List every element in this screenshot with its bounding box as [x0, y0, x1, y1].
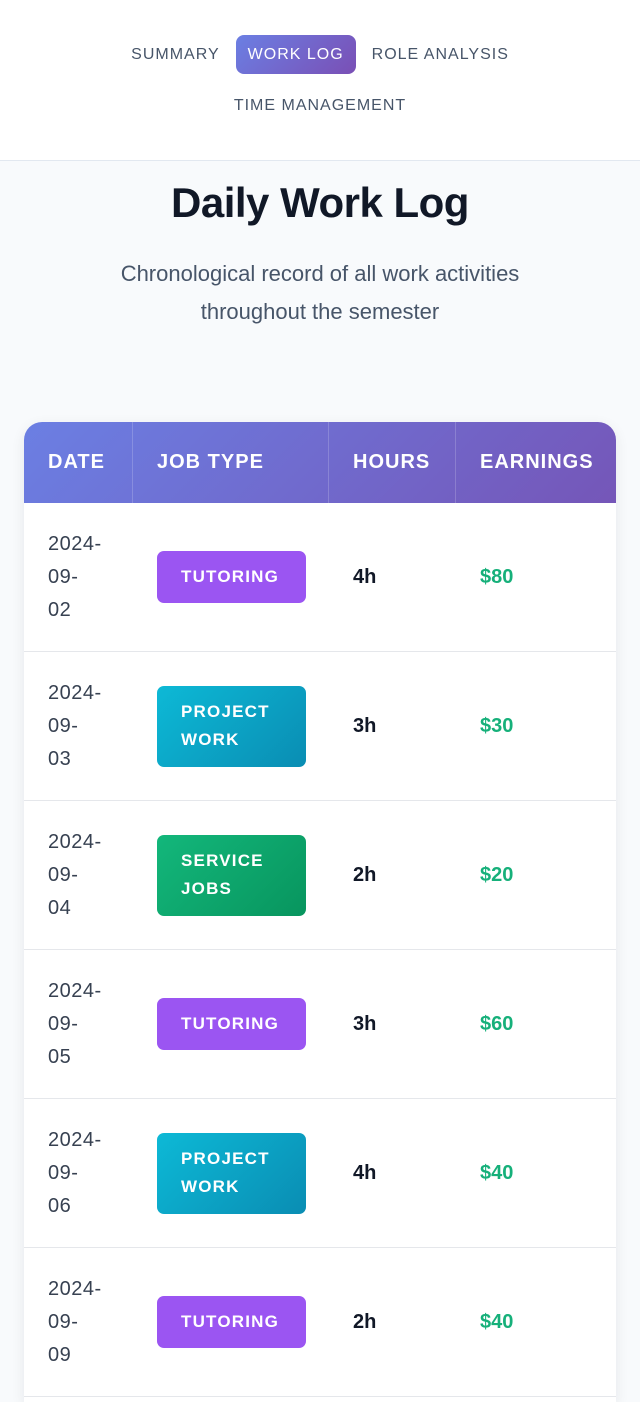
- nav-link-summary[interactable]: SUMMARY: [119, 35, 232, 74]
- column-header-earnings[interactable]: EARNINGS: [456, 422, 616, 503]
- row-earnings: $40: [480, 1161, 514, 1184]
- job-type-badge: TUTORING: [157, 998, 306, 1050]
- page-header: Daily Work Log Chronological record of a…: [0, 161, 640, 331]
- job-type-badge: TUTORING: [157, 551, 306, 603]
- table-row: 2024- 09- 06 PROJECT WORK 4h $40: [24, 1099, 616, 1248]
- work-log-table: DATE JOB TYPE HOURS EARNINGS 2024- 09- 0…: [24, 422, 616, 1402]
- row-earnings: $80: [480, 565, 514, 588]
- row-hours: 3h: [353, 714, 377, 737]
- row-hours: 4h: [353, 565, 377, 588]
- row-date: 2024- 09- 06: [48, 1128, 102, 1217]
- job-type-badge: SERVICE JOBS: [157, 834, 306, 916]
- column-header-job-type[interactable]: JOB TYPE: [133, 422, 329, 503]
- job-type-badge: PROJECT WORK: [157, 685, 306, 767]
- row-date: 2024- 09- 05: [48, 979, 102, 1068]
- row-hours: 2h: [353, 863, 377, 886]
- table-row: 2024- 09- 05 TUTORING 3h $60: [24, 950, 616, 1099]
- row-date: 2024- 09- 04: [48, 830, 102, 919]
- column-header-hours[interactable]: HOURS: [329, 422, 456, 503]
- row-earnings: $60: [480, 1012, 514, 1035]
- nav-link-time-management[interactable]: TIME MANAGEMENT: [222, 86, 418, 125]
- table-row: 2024- 09- 02 TUTORING 4h $80: [24, 503, 616, 652]
- table-row: 2024- 09- 04 SERVICE JOBS 2h $20: [24, 801, 616, 950]
- row-date: 2024- 09- 02: [48, 532, 102, 621]
- row-hours: 3h: [353, 1012, 377, 1035]
- column-header-date[interactable]: DATE: [24, 422, 133, 503]
- top-navigation: SUMMARY WORK LOG ROLE ANALYSIS TIME MANA…: [0, 0, 640, 161]
- row-hours: 2h: [353, 1310, 377, 1333]
- nav-row-primary: SUMMARY WORK LOG ROLE ANALYSIS: [0, 35, 640, 74]
- row-date: 2024- 09- 03: [48, 681, 102, 770]
- nav-link-role-analysis[interactable]: ROLE ANALYSIS: [360, 35, 521, 74]
- row-hours: 4h: [353, 1161, 377, 1184]
- table-row: 2024- 09- 03 PROJECT WORK 3h $30: [24, 652, 616, 801]
- job-type-badge: PROJECT WORK: [157, 1132, 306, 1214]
- job-type-badge: TUTORING: [157, 1296, 306, 1348]
- row-earnings: $30: [480, 714, 514, 737]
- table-row: 2024- 09- 09 TUTORING 2h $40: [24, 1248, 616, 1397]
- table-header: DATE JOB TYPE HOURS EARNINGS: [24, 422, 616, 503]
- row-earnings: $20: [480, 863, 514, 886]
- row-date: 2024- 09- 09: [48, 1277, 102, 1366]
- nav-link-work-log[interactable]: WORK LOG: [235, 35, 356, 74]
- page-subtitle: Chronological record of all work activit…: [120, 261, 520, 324]
- nav-row-secondary: TIME MANAGEMENT: [0, 86, 640, 125]
- page-title: Daily Work Log: [171, 179, 469, 226]
- row-earnings: $40: [480, 1310, 514, 1333]
